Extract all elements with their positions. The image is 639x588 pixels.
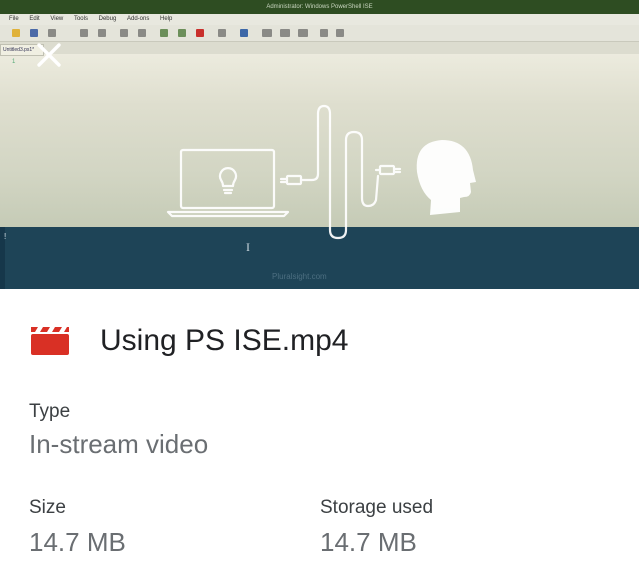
close-icon — [37, 43, 61, 67]
close-button[interactable] — [30, 36, 68, 74]
file-name: Using PS ISE.mp4 — [100, 324, 349, 357]
laptop-icon — [179, 148, 276, 210]
type-value: In-stream video — [29, 429, 209, 459]
storage-used-label: Storage used — [320, 497, 434, 518]
size-label: Size — [29, 497, 66, 518]
lightbulb-icon — [218, 167, 238, 195]
file-details-panel: Using PS ISE.mp4 Type In-stream video Si… — [0, 289, 639, 588]
video-clapperboard-icon — [31, 327, 69, 355]
human-head-icon — [416, 140, 476, 215]
video-preview[interactable]: Administrator: Windows PowerShell ISE Fi… — [0, 0, 639, 289]
size-value: 14.7 MB — [29, 527, 126, 557]
storage-used-value: 14.7 MB — [320, 527, 417, 557]
type-label: Type — [29, 401, 71, 422]
laptop-cable-head-illustration — [166, 104, 476, 240]
